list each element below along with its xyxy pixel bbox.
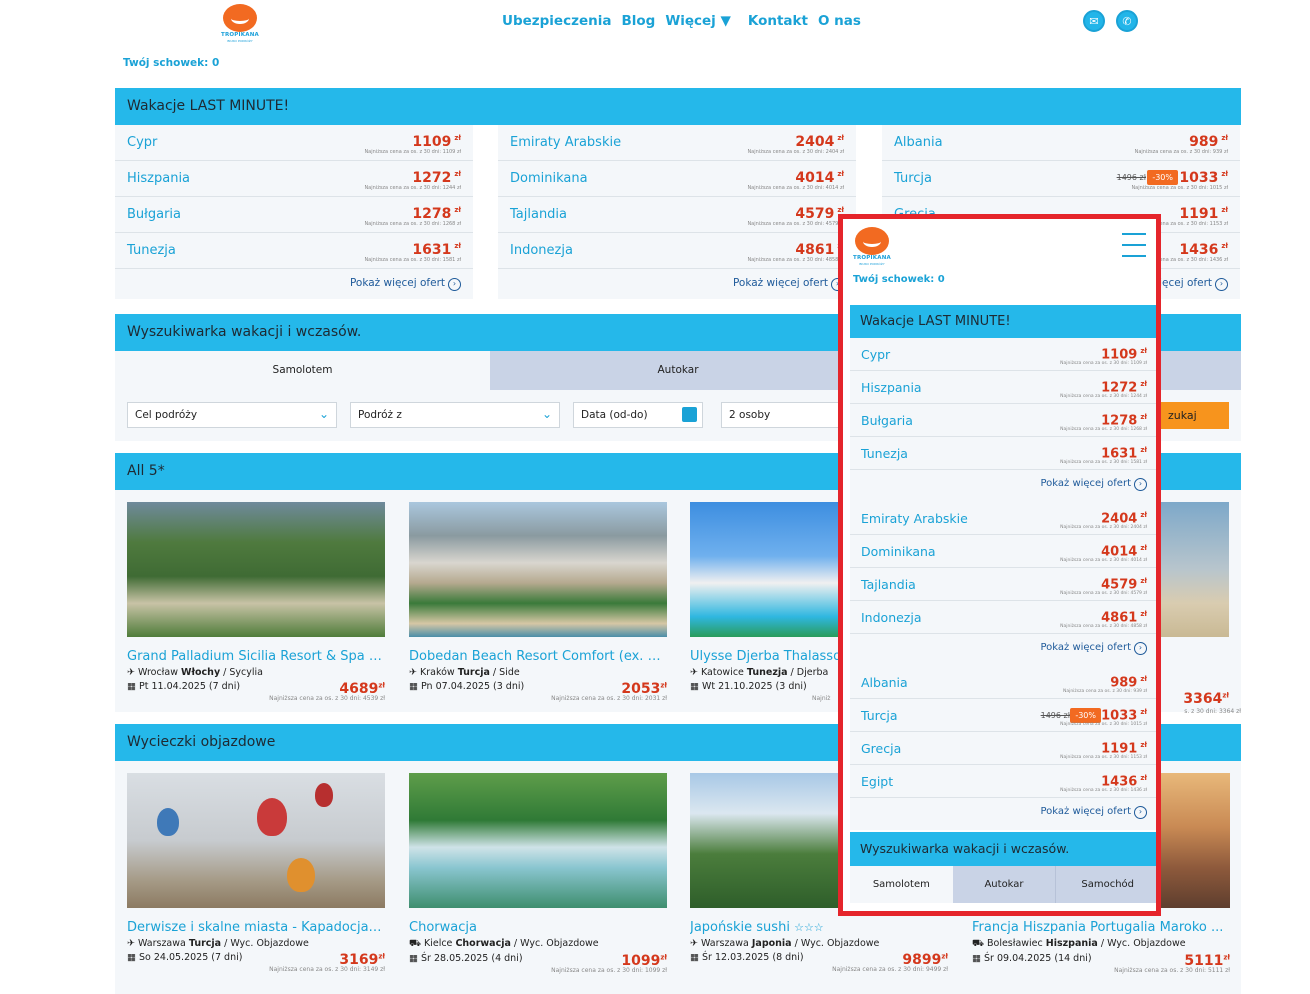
logo-word: TROPIKANA [221, 32, 259, 38]
nav-ubezpieczenia[interactable]: Ubezpieczenia [502, 13, 611, 29]
nav-o-nas[interactable]: O nas [818, 13, 861, 29]
arrow-right-icon: › [448, 278, 461, 291]
nav-kontakt[interactable]: Kontakt [748, 13, 808, 29]
phone-icon[interactable]: ✆ [1116, 10, 1138, 32]
show-more-link[interactable]: Pokaż więcej ofert› [850, 798, 1156, 830]
list-item[interactable]: Emiraty Arabskie 2404 zł Najniższa cena za … [498, 125, 856, 161]
list-item[interactable]: Dominikana 4014 zł Najniższa cena za os. z … [850, 535, 1156, 568]
search-button[interactable]: zukaj [1160, 402, 1229, 429]
tab-autokar[interactable]: Autokar [952, 866, 1056, 903]
offer-price: 3364zł [1183, 691, 1229, 707]
old-price: 1496 zł [1116, 173, 1146, 182]
list-item[interactable]: Bułgaria 1278 zł Najniższa cena za os. z 30… [850, 404, 1156, 437]
list-item[interactable]: Turcja 1496 zł -30% 1033 zł Najniższa cena za… [850, 699, 1156, 732]
old-price: 1496 zł [1040, 711, 1070, 720]
list-item[interactable]: Indonezja4861złNajniższa cena za os. z 3… [498, 233, 856, 269]
offer-price: 9899zł [902, 952, 948, 968]
mail-icon[interactable]: ✉ [1083, 10, 1105, 32]
list-item[interactable]: Grecja1191złNajniższa cena za os. z 30 d… [850, 732, 1156, 765]
stars-rating: ☆☆☆ [794, 921, 824, 934]
tab-samolotem[interactable]: Samolotem [115, 351, 490, 390]
show-more-link[interactable]: Pokaż więcej ofert› [850, 470, 1156, 502]
list-item[interactable]: Turcja 1496 zł -30% 1033 zł Najniższa cena za… [882, 161, 1240, 197]
show-more-link[interactable]: Pokaż więcej ofert› [115, 269, 473, 299]
clipboard-counter[interactable]: Twój schowek: 0 [123, 57, 219, 69]
list-item[interactable]: Cypr 1109 zł Najniższa cena za os. z 30 dni… [115, 125, 473, 161]
tour-image [690, 773, 838, 908]
logo-sub: BIURO PODRÓŻY [227, 39, 253, 43]
list-item[interactable]: Hiszpania 1272 zł Najniższa cena za os. z 3… [115, 161, 473, 197]
nav-blog[interactable]: Blog [621, 13, 655, 29]
offer-price: 2053zł [621, 681, 667, 697]
offer-price: 5111zł [1184, 953, 1230, 969]
hamburger-menu-icon[interactable] [1122, 233, 1146, 257]
discount-badge: -30% [1147, 170, 1178, 185]
list-item[interactable]: Tajlandia 4579 zł Najniższa cena za os. z 3… [850, 568, 1156, 601]
hotel-image [690, 502, 838, 637]
list-item[interactable]: Tunezja 1631 zł Najniższa cena za os. z 30 … [850, 437, 1156, 470]
sun-logo-icon [223, 4, 257, 32]
last-minute-column-2: Emiraty Arabskie 2404 zł Najniższa cena za … [498, 125, 856, 299]
last-minute-list: Cypr 1109 zł Najniższa cena za os. z 30 dni… [850, 338, 1156, 830]
last-minute-column-1: Cypr 1109 zł Najniższa cena za os. z 30 dni… [115, 125, 473, 299]
offer-price: 3169zł [339, 952, 385, 968]
tab-samolotem[interactable]: Samolotem [850, 866, 953, 903]
tropikana-logo[interactable]: TROPIKANA BIURO PODRÓŻY [851, 227, 893, 266]
offer-card[interactable]: Derwisze i skalne miasta - Kapadocja ...… [127, 773, 385, 973]
arrow-right-icon: › [1215, 278, 1228, 291]
tab-autokar[interactable]: Autokar [490, 351, 866, 390]
last-minute-header: Wakacje LAST MINUTE! [850, 305, 1156, 338]
destination-select[interactable]: Cel podróży ⌄ [127, 402, 337, 428]
list-item[interactable]: Egipt1436złNajniższa cena za os. z 30 dn… [850, 765, 1156, 798]
list-item[interactable]: Bułgaria 1278 zł Najniższa cena za os. z 30… [115, 197, 473, 233]
list-item[interactable]: Tunezja 1631 zł Najniższa cena za os. z 30 … [115, 233, 473, 269]
search-tabs: Samolotem Autokar Samochód [850, 866, 1156, 903]
offer-card[interactable]: Dobedan Beach Resort Comfort (ex. Al... … [409, 502, 667, 702]
chevron-down-icon: ⌄ [318, 407, 329, 421]
mobile-preview-frame: TROPIKANA BIURO PODRÓŻY Twój schowek: 0 … [838, 214, 1161, 916]
list-item[interactable]: Emiraty Arabskie 2404 zł Najniższa cena za … [850, 502, 1156, 535]
hotel-image [127, 502, 385, 637]
arrow-right-icon: › [1134, 642, 1147, 655]
offer-price: 4689zł [339, 681, 385, 697]
origin-select[interactable]: Podróż z ⌄ [350, 402, 560, 428]
tour-image [127, 773, 385, 908]
hotel-image [1160, 502, 1229, 637]
list-item[interactable]: Cypr 1109 zł Najniższa cena za os. z 30 dni… [850, 338, 1156, 371]
top-nav: Ubezpieczenia Blog Więcej ▼ Kontakt O na… [502, 13, 861, 29]
calendar-icon [682, 407, 697, 422]
sun-logo-icon [855, 227, 889, 255]
arrow-right-icon: › [1134, 806, 1147, 819]
show-more-link[interactable]: Pokaż więcej ofert› [850, 634, 1156, 666]
tab-samochod[interactable]: Samochód [1055, 866, 1156, 903]
nav-wiecej[interactable]: Więcej ▼ [665, 13, 731, 29]
offer-card[interactable]: 3364zł s. z 30 dni: 3364 zł [1160, 502, 1241, 715]
hotel-image [409, 502, 667, 637]
list-item[interactable]: Tajlandia 4579 zł Najniższa cena za os. z 3… [498, 197, 856, 233]
last-minute-header: Wakacje LAST MINUTE! [115, 88, 1241, 125]
list-item[interactable]: Albania 989 zł Najniższa cena za os. z 30 d… [882, 125, 1240, 161]
offer-card[interactable]: Chorwacja ⛟ Kielce Chorwacja / Wyc. Obja… [409, 773, 667, 974]
list-item[interactable]: Indonezja4861złNajniższa cena za os. z 3… [850, 601, 1156, 634]
list-item[interactable]: Hiszpania 1272 zł Najniższa cena za os. z 3… [850, 371, 1156, 404]
clipboard-counter[interactable]: Twój schowek: 0 [853, 274, 945, 285]
chevron-down-icon: ⌄ [541, 407, 552, 421]
list-item[interactable]: Dominikana 4014 zł Najniższa cena za os. z … [498, 161, 856, 197]
date-field[interactable]: Data (od-do) [573, 402, 703, 428]
search-header: Wyszukiwarka wakacji i wczasów. [850, 832, 1156, 866]
show-more-link[interactable]: Pokaż więcej ofert› [498, 269, 856, 299]
offer-price: 1099zł [621, 953, 667, 969]
list-item[interactable]: Albania 989 zł Najniższa cena za os. z 30 d… [850, 666, 1156, 699]
tropikana-logo[interactable]: TROPIKANA BIURO PODRÓŻY [219, 4, 261, 43]
discount-badge: -30% [1070, 708, 1101, 723]
arrow-right-icon: › [1134, 478, 1147, 491]
tour-image [409, 773, 667, 908]
offer-card[interactable]: Grand Palladium Sicilia Resort & Spa (..… [127, 502, 385, 702]
